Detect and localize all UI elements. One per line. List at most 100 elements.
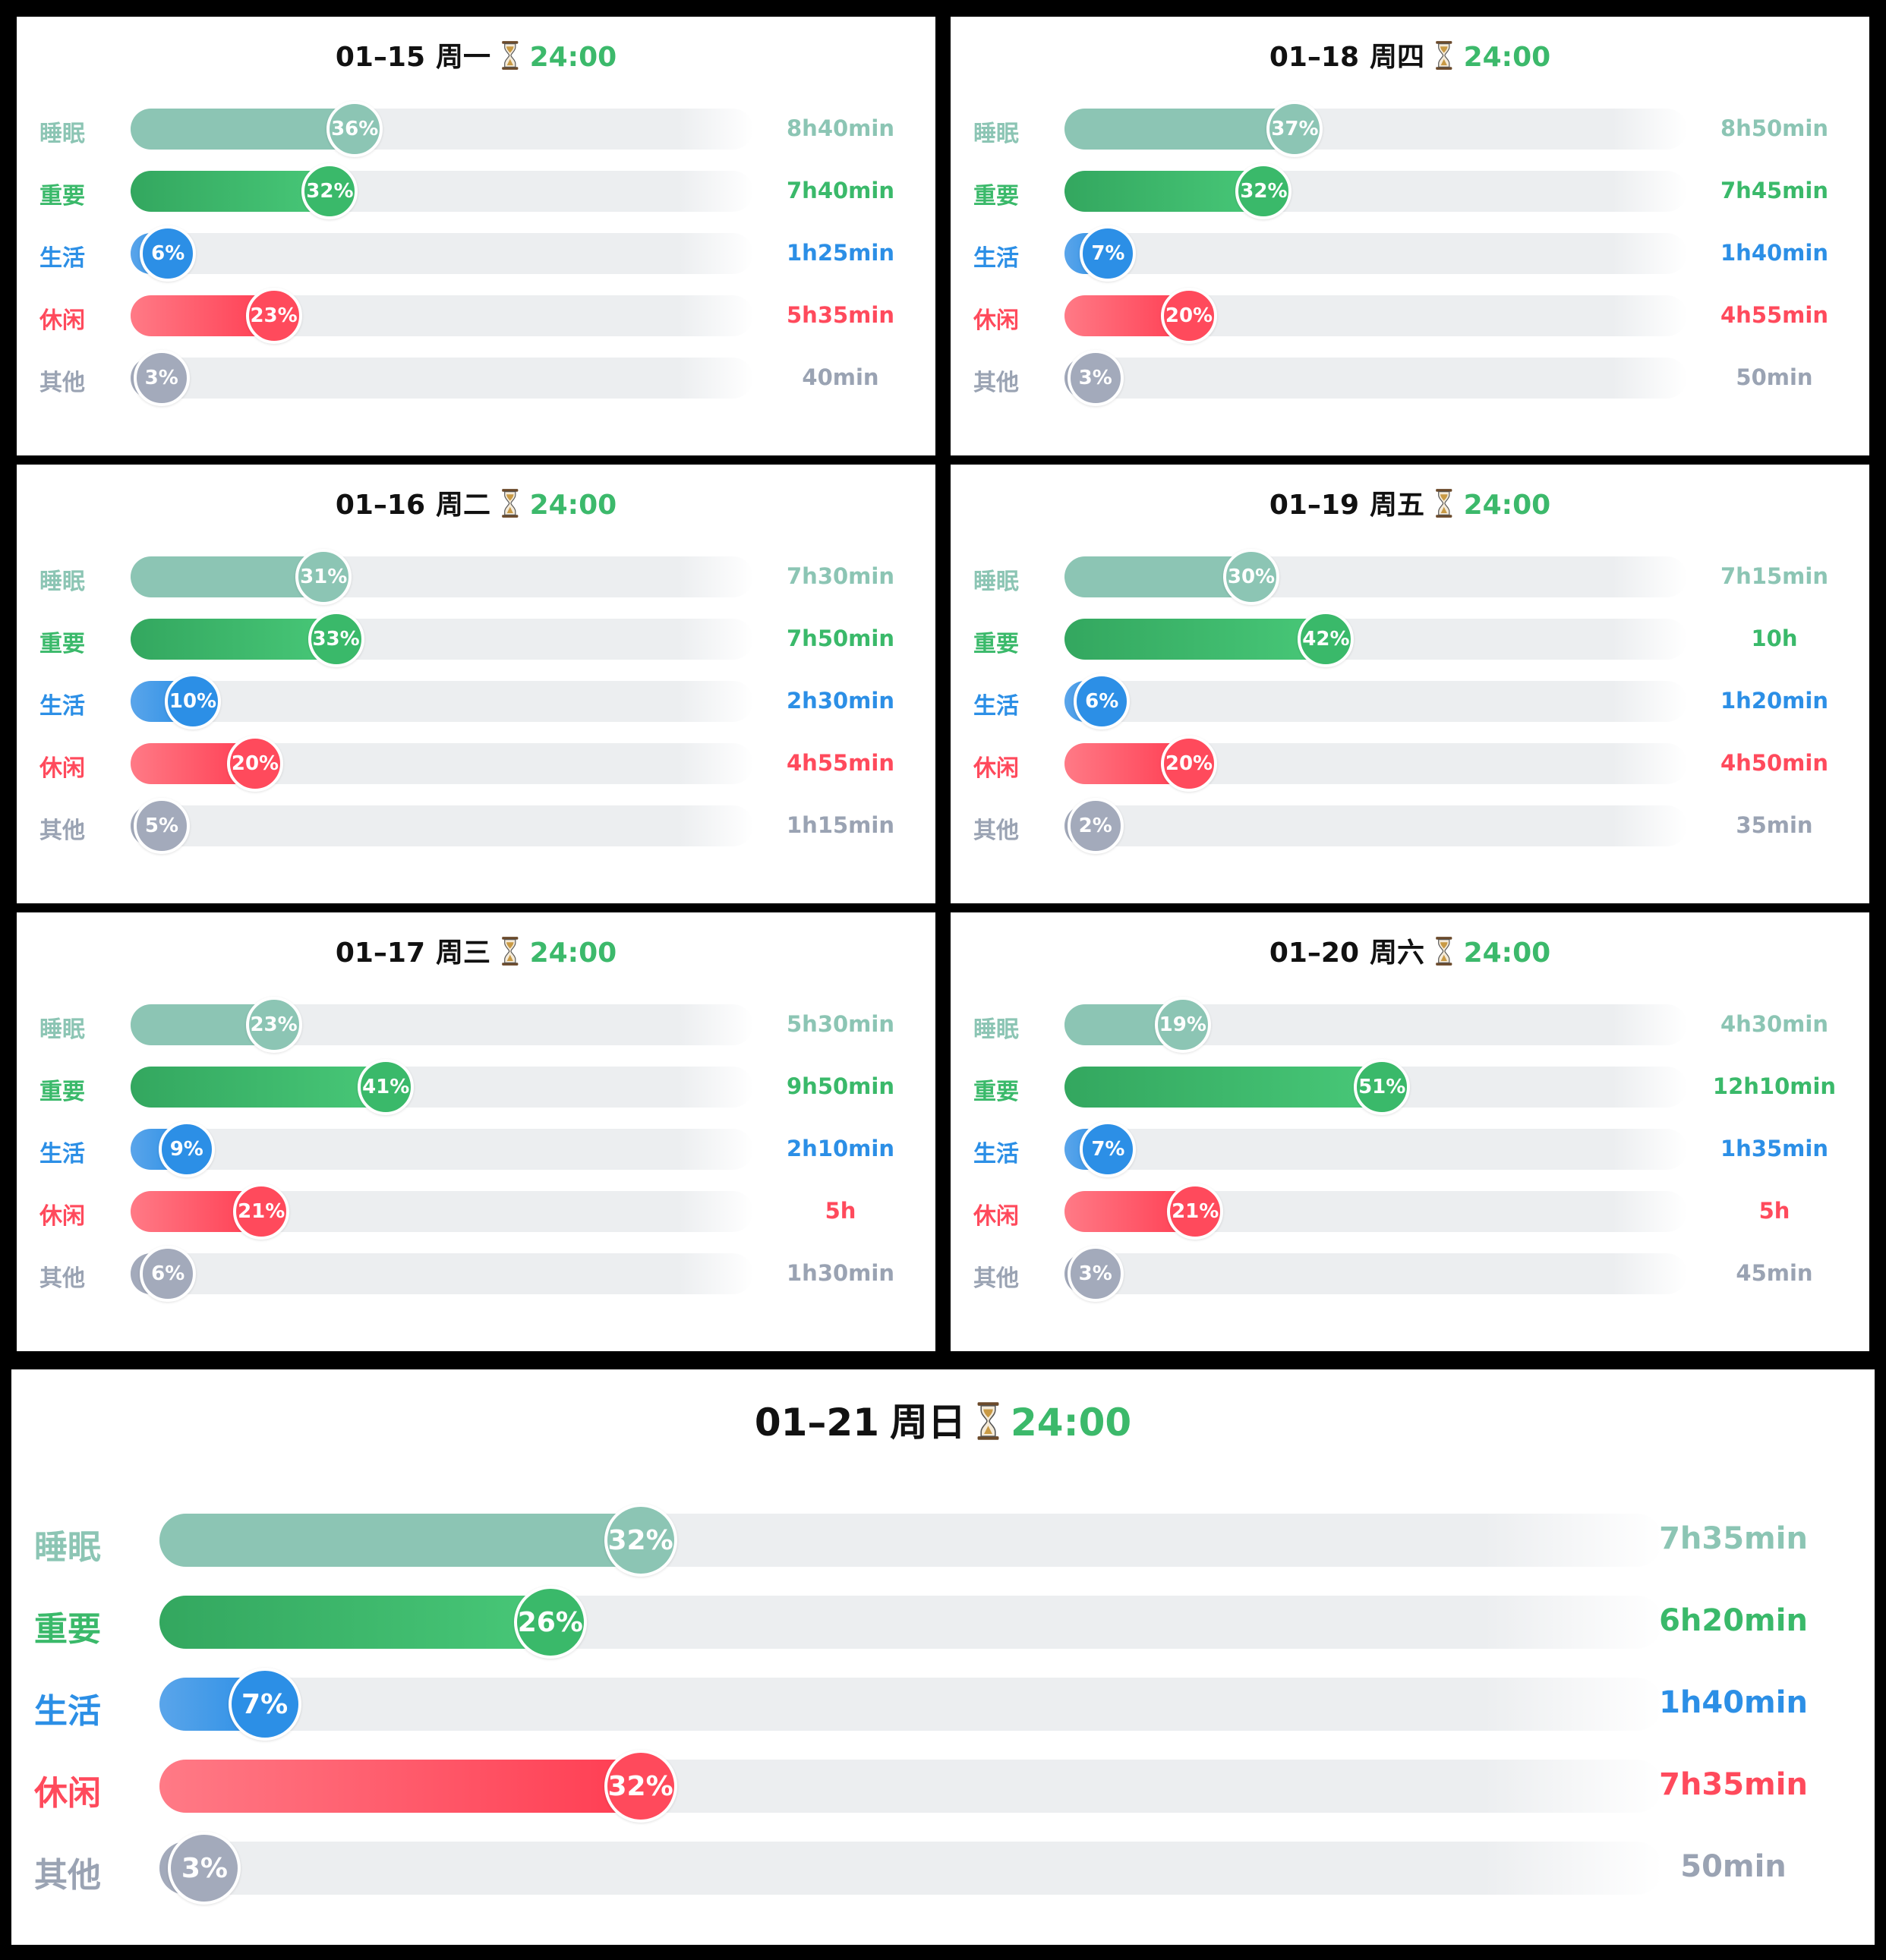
category-label: 睡眠 xyxy=(39,1016,85,1044)
duration-value: 6h20min xyxy=(1659,1603,1808,1639)
duration-value: 10h xyxy=(1751,625,1798,652)
progress-track xyxy=(131,1253,753,1294)
progress-track xyxy=(131,681,753,722)
progress-track xyxy=(1064,1129,1687,1170)
percent-badge: 20% xyxy=(227,736,283,792)
percent-badge: 32% xyxy=(604,1750,677,1823)
duration-value: 8h50min xyxy=(1720,115,1828,142)
percent-badge: 21% xyxy=(1167,1183,1224,1240)
percent-badge: 41% xyxy=(358,1059,415,1115)
progress-fill xyxy=(159,1596,550,1649)
percent-badge: 42% xyxy=(1298,611,1355,667)
day-card: 01–17 周三 24:00 睡眠 23% 5h30min 重要 41% 9h50min 生活 9… xyxy=(17,912,935,1351)
duration-value: 4h50min xyxy=(1720,750,1828,777)
progress-fill xyxy=(131,556,324,597)
duration-value: 7h45min xyxy=(1720,178,1828,204)
percent-badge: 3% xyxy=(1067,350,1124,406)
progress-track xyxy=(131,1004,753,1045)
category-label: 重要 xyxy=(39,183,85,210)
hourglass-icon xyxy=(501,936,519,972)
progress-fill xyxy=(1064,171,1264,212)
progress-track xyxy=(131,295,753,336)
progress-track xyxy=(131,233,753,274)
duration-value: 4h30min xyxy=(1720,1011,1828,1038)
card-header: 01–18 周四 24:00 xyxy=(951,35,1869,77)
progress-fill xyxy=(131,109,355,150)
progress-track xyxy=(159,1596,1663,1649)
percent-badge: 26% xyxy=(513,1586,587,1659)
percent-badge: 7% xyxy=(228,1668,301,1741)
duration-value: 35min xyxy=(1736,812,1813,839)
percent-badge: 6% xyxy=(140,225,197,282)
percent-badge: 7% xyxy=(1080,1121,1137,1177)
duration-value: 1h15min xyxy=(787,812,894,839)
category-label: 生活 xyxy=(39,1141,85,1168)
category-label: 生活 xyxy=(39,245,85,273)
progress-track xyxy=(131,1129,753,1170)
day-card: 01–20 周六 24:00 睡眠 19% 4h30min 重要 51% 12h10min 生活… xyxy=(951,912,1869,1351)
progress-fill xyxy=(1064,109,1295,150)
progress-track xyxy=(1064,171,1687,212)
category-label: 休闲 xyxy=(39,1203,85,1231)
weekday-label: 周三 xyxy=(436,937,491,969)
weekday-label: 周一 xyxy=(436,42,491,73)
weekday-label: 周四 xyxy=(1370,42,1425,73)
duration-value: 45min xyxy=(1736,1260,1813,1287)
category-label: 其他 xyxy=(39,1265,85,1293)
percent-badge: 6% xyxy=(1074,673,1131,729)
category-label: 其他 xyxy=(39,818,85,845)
percent-badge: 2% xyxy=(1067,798,1124,854)
duration-value: 5h35min xyxy=(787,302,894,329)
date-label: 01–18 xyxy=(1269,42,1360,73)
category-label: 休闲 xyxy=(973,307,1019,335)
progress-track xyxy=(1064,681,1687,722)
progress-track xyxy=(159,1678,1663,1731)
duration-value: 8h40min xyxy=(787,115,894,142)
duration-value: 40min xyxy=(802,364,879,391)
category-label: 其他 xyxy=(973,1265,1019,1293)
percent-badge: 23% xyxy=(245,997,302,1053)
duration-value: 4h55min xyxy=(787,750,894,777)
progress-fill xyxy=(1064,1067,1383,1108)
duration-value: 2h30min xyxy=(787,688,894,714)
weekday-label: 周五 xyxy=(1370,490,1425,521)
duration-value: 4h55min xyxy=(1720,302,1828,329)
category-label: 重要 xyxy=(973,183,1019,210)
percent-badge: 32% xyxy=(301,163,358,219)
progress-track xyxy=(159,1842,1663,1895)
duration-value: 5h xyxy=(1758,1198,1790,1224)
total-time: 24:00 xyxy=(529,937,617,969)
percent-badge: 3% xyxy=(1067,1246,1124,1302)
category-label: 其他 xyxy=(39,370,85,397)
percent-badge: 5% xyxy=(134,798,190,854)
percent-badge: 37% xyxy=(1266,101,1323,157)
progress-track xyxy=(131,743,753,784)
duration-value: 7h35min xyxy=(1659,1521,1808,1557)
percent-badge: 20% xyxy=(1161,288,1217,344)
category-label: 睡眠 xyxy=(39,121,85,148)
duration-value: 5h30min xyxy=(787,1011,894,1038)
card-header: 01–20 周六 24:00 xyxy=(951,931,1869,972)
percent-badge: 36% xyxy=(326,101,383,157)
category-label: 休闲 xyxy=(34,1773,101,1813)
category-label: 生活 xyxy=(34,1691,101,1731)
category-label: 休闲 xyxy=(39,755,85,783)
category-label: 生活 xyxy=(973,245,1019,273)
percent-badge: 21% xyxy=(233,1183,290,1240)
hourglass-icon xyxy=(501,488,519,525)
duration-value: 9h50min xyxy=(787,1073,894,1100)
progress-track xyxy=(131,171,753,212)
duration-value: 50min xyxy=(1680,1849,1787,1885)
percent-badge: 6% xyxy=(140,1246,197,1302)
progress-track xyxy=(1064,1253,1687,1294)
category-label: 重要 xyxy=(39,631,85,658)
weekday-label: 周二 xyxy=(436,490,491,521)
category-label: 生活 xyxy=(973,693,1019,720)
card-header: 01–15 周一 24:00 xyxy=(17,35,935,77)
duration-value: 7h50min xyxy=(787,625,894,652)
category-label: 其他 xyxy=(34,1855,101,1895)
weekday-label: 周日 xyxy=(890,1401,966,1445)
date-label: 01–19 xyxy=(1269,490,1360,521)
total-time: 24:00 xyxy=(1463,490,1551,521)
percent-badge: 32% xyxy=(1235,163,1292,219)
